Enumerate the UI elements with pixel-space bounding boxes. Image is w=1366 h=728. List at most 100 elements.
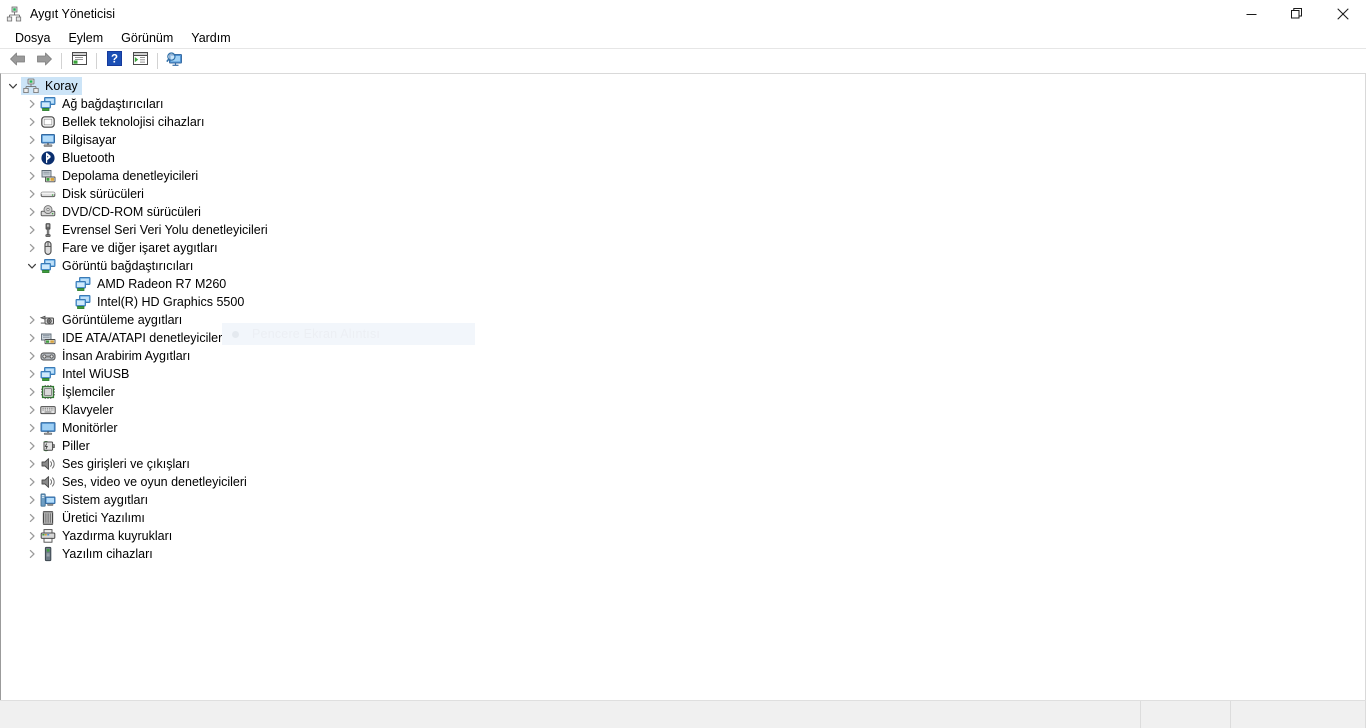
chevron-right-icon[interactable] [24,96,40,112]
chevron-right-icon[interactable] [24,438,40,454]
menu-yardim[interactable]: Yardım [182,29,239,48]
tree-item[interactable]: Görüntüleme aygıtları [1,311,1365,329]
tree-item-label: İnsan Arabirim Aygıtları [62,349,191,363]
chevron-down-icon[interactable] [24,258,40,274]
close-button[interactable] [1320,0,1366,28]
chevron-right-icon[interactable] [24,456,40,472]
tree-item[interactable]: Bluetooth [1,149,1365,167]
chevron-right-icon[interactable] [24,510,40,526]
back-button[interactable] [5,50,31,72]
tree-item[interactable]: Depolama denetleyicileri [1,167,1365,185]
chevron-right-icon[interactable] [24,474,40,490]
status-bar [0,700,1366,728]
chevron-right-icon[interactable] [24,384,40,400]
tree-item-label: Fare ve diğer işaret aygıtları [62,241,218,255]
chevron-right-icon[interactable] [24,132,40,148]
tree-item[interactable]: Evrensel Seri Veri Yolu denetleyicileri [1,221,1365,239]
tree-item[interactable]: Intel(R) HD Graphics 5500 [1,293,1365,311]
tree-item[interactable]: Sistem aygıtları [1,491,1365,509]
tree-item-label: Klavyeler [62,403,114,417]
tree-item[interactable]: Klavyeler [1,401,1365,419]
properties-button[interactable] [66,50,92,72]
chevron-right-icon[interactable] [24,366,40,382]
minimize-button[interactable] [1228,0,1274,28]
tree-item[interactable]: Yazılım cihazları [1,545,1365,563]
tree-item[interactable]: DVD/CD-ROM sürücüleri [1,203,1365,221]
tree-item-content: Görüntüleme aygıtları [40,311,182,329]
chevron-right-icon[interactable] [24,240,40,256]
tree-item-content: Monitörler [40,419,118,437]
chevron-right-icon[interactable] [24,420,40,436]
maximize-restore-button[interactable] [1274,0,1320,28]
tree-item[interactable]: Monitörler [1,419,1365,437]
chevron-right-icon[interactable] [24,168,40,184]
tree-item[interactable]: Disk sürücüleri [1,185,1365,203]
network-adapter-icon [40,366,56,382]
system-device-icon [40,492,56,508]
show-hidden-button[interactable] [127,50,153,72]
tree-root-item[interactable]: Koray [1,77,1365,95]
tree-item-label: Intel WiUSB [62,367,130,381]
display-adapter-icon [40,258,56,274]
menu-gorunum[interactable]: Görünüm [112,29,182,48]
twisty-placeholder [59,294,75,310]
chevron-right-icon[interactable] [24,186,40,202]
tree-item[interactable]: Piller [1,437,1365,455]
menu-dosya[interactable]: Dosya [6,29,59,48]
chevron-right-icon[interactable] [24,204,40,220]
help-button[interactable]: ? [101,50,127,72]
audio-io-icon [40,474,56,490]
chevron-right-icon[interactable] [24,222,40,238]
scan-hardware-button[interactable] [162,50,188,72]
tree-item-content: Ses girişleri ve çıkışları [40,455,190,473]
tree-item[interactable]: Görüntü bağdaştırıcıları [1,257,1365,275]
tree-item-label: Görüntüleme aygıtları [62,313,183,327]
tree-item[interactable]: AMD Radeon R7 M260 [1,275,1365,293]
tree-item-content: Fare ve diğer işaret aygıtları [40,239,218,257]
chevron-right-icon[interactable] [24,114,40,130]
chevron-right-icon[interactable] [24,492,40,508]
chevron-right-icon[interactable] [24,402,40,418]
tree-item[interactable]: Ağ bağdaştırıcıları [1,95,1365,113]
tree-item[interactable]: Fare ve diğer işaret aygıtları [1,239,1365,257]
chevron-right-icon[interactable] [24,330,40,346]
tree-item-label: Yazdırma kuyrukları [62,529,173,543]
network-adapter-icon [40,96,56,112]
tree-item-content: Bellek teknolojisi cihazları [40,113,204,131]
chevron-right-icon[interactable] [24,528,40,544]
chevron-right-icon[interactable] [24,150,40,166]
device-tree-pane[interactable]: Koray Ağ bağdaştırıcıları Bellek teknoloji… [0,73,1366,700]
chevron-right-icon[interactable] [24,312,40,328]
tree-item-content: Depolama denetleyicileri [40,167,198,185]
menu-eylem[interactable]: Eylem [59,29,112,48]
tree-item-content: Bilgisayar [40,131,116,149]
toolbar-separator [157,53,158,69]
chevron-down-icon[interactable] [5,78,21,94]
forward-button[interactable] [31,50,57,72]
tree-item-label: Görüntü bağdaştırıcıları [62,259,194,273]
tree-item-content: Yazılım cihazları [40,545,153,563]
tree-item[interactable]: Üretici Yazılımı [1,509,1365,527]
tree-item-label: AMD Radeon R7 M260 [97,277,227,291]
bluetooth-icon [40,150,56,166]
audio-io-icon [40,456,56,472]
tree-item[interactable]: Bilgisayar [1,131,1365,149]
tree-item[interactable]: IDE ATA/ATAPI denetleyiciler [1,329,1365,347]
tree-item[interactable]: Yazdırma kuyrukları [1,527,1365,545]
tree-item[interactable]: Intel WiUSB [1,365,1365,383]
toolbar: ? [0,49,1366,73]
forward-arrow-icon [35,51,53,72]
chevron-right-icon[interactable] [24,546,40,562]
tree-item[interactable]: Ses, video ve oyun denetleyicileri [1,473,1365,491]
tree-item-label: Disk sürücüleri [62,187,144,201]
usb-controller-icon [40,222,56,238]
tree-item[interactable]: Bellek teknolojisi cihazları [1,113,1365,131]
tree-item-label: Monitörler [62,421,118,435]
tree-item[interactable]: İnsan Arabirim Aygıtları [1,347,1365,365]
chevron-right-icon[interactable] [24,348,40,364]
device-tree: Koray Ağ bağdaştırıcıları Bellek teknoloji… [1,74,1365,563]
tree-item[interactable]: Ses girişleri ve çıkışları [1,455,1365,473]
tree-item-label: Ses girişleri ve çıkışları [62,457,190,471]
tree-item[interactable]: İşlemciler [1,383,1365,401]
twisty-placeholder [59,276,75,292]
